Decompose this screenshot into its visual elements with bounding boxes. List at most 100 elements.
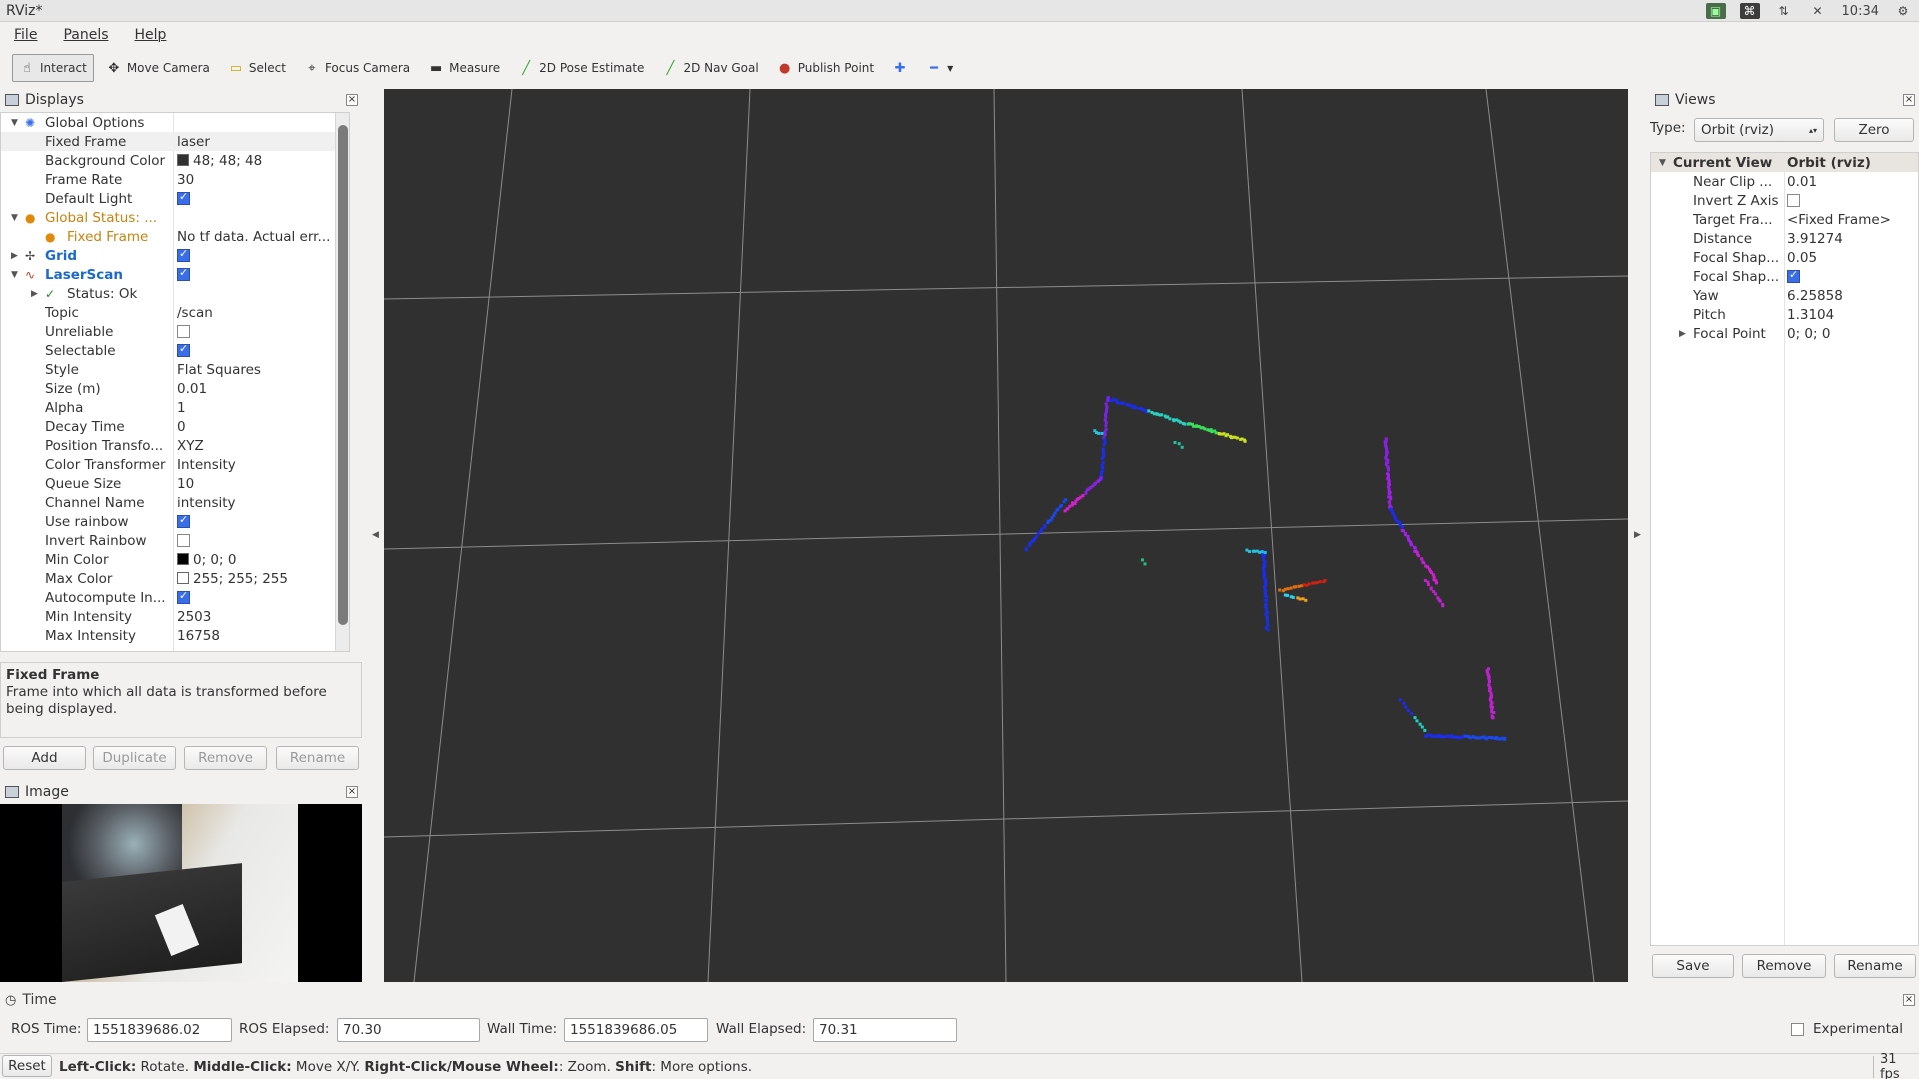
collapse-left-icon[interactable]: ◀ bbox=[372, 530, 379, 540]
tree-row[interactable]: ▼ ✺ Global Options bbox=[1, 113, 349, 132]
tree-row[interactable]: ● Fixed Frame No tf data. Actual err... bbox=[1, 227, 349, 246]
tree-row[interactable]: Size (m) 0.01 bbox=[1, 379, 349, 398]
tree-row[interactable]: Yaw 6.25858 bbox=[1651, 286, 1918, 305]
tree-row[interactable]: Max Intensity 16758 bbox=[1, 626, 349, 645]
ros-elapsed-field[interactable]: 70.30 bbox=[337, 1018, 480, 1042]
menu-file[interactable]: File bbox=[12, 27, 39, 43]
remove-tool-button[interactable]: ━ ▼ bbox=[920, 54, 959, 82]
scan-point bbox=[1491, 736, 1494, 739]
scrollbar[interactable] bbox=[335, 113, 349, 651]
wall-time-field[interactable]: 1551839686.05 bbox=[564, 1018, 708, 1042]
zero-button[interactable]: Zero bbox=[1834, 118, 1914, 142]
views-tree[interactable]: ▼ Current View Orbit (rviz) Near Clip ... 0… bbox=[1650, 152, 1919, 946]
tree-row[interactable]: Queue Size 10 bbox=[1, 474, 349, 493]
close-icon[interactable]: × bbox=[1903, 994, 1915, 1006]
network-icon[interactable]: ⇅ bbox=[1774, 3, 1794, 19]
publish-point-tool-button[interactable]: ● Publish Point bbox=[771, 54, 880, 82]
add-display-button[interactable]: Add bbox=[3, 746, 86, 770]
remove-view-button[interactable]: Remove bbox=[1742, 954, 1826, 978]
tree-row[interactable]: ▼ ● Global Status: ... bbox=[1, 208, 349, 227]
move-camera-tool-button[interactable]: ✥ Move Camera bbox=[100, 54, 216, 82]
ros-time-field[interactable]: 1551839686.02 bbox=[87, 1018, 232, 1042]
tree-row[interactable]: Unreliable bbox=[1, 322, 349, 341]
command-key-icon[interactable]: ⌘ bbox=[1740, 3, 1760, 19]
tree-row[interactable]: Invert Rainbow bbox=[1, 531, 349, 550]
tree-row[interactable]: ▼ Current View Orbit (rviz) bbox=[1651, 153, 1918, 172]
tree-row[interactable]: Color Transformer Intensity bbox=[1, 455, 349, 474]
interact-tool-button[interactable]: ☝ Interact bbox=[12, 54, 94, 82]
close-icon[interactable]: × bbox=[1903, 94, 1915, 106]
collapse-right-icon[interactable]: ▶ bbox=[1634, 530, 1641, 540]
tree-row[interactable]: Autocompute In... bbox=[1, 588, 349, 607]
property-description: Fixed Frame Frame into which all data is… bbox=[0, 662, 362, 738]
tree-row[interactable]: Target Fra... <Fixed Frame> bbox=[1651, 210, 1918, 229]
nav-goal-tool-button[interactable]: ╱ 2D Nav Goal bbox=[656, 54, 764, 82]
checkbox[interactable] bbox=[177, 591, 190, 604]
scrollbar-thumb[interactable] bbox=[338, 125, 348, 625]
tree-row[interactable]: Channel Name intensity bbox=[1, 493, 349, 512]
tree-row[interactable]: Use rainbow bbox=[1, 512, 349, 531]
tree-row[interactable]: Decay Time 0 bbox=[1, 417, 349, 436]
checkbox[interactable] bbox=[177, 534, 190, 547]
checkbox[interactable] bbox=[177, 515, 190, 528]
tree-row[interactable]: Distance 3.91274 bbox=[1651, 229, 1918, 248]
rename-view-button[interactable]: Rename bbox=[1834, 954, 1916, 978]
save-view-button[interactable]: Save bbox=[1652, 954, 1734, 978]
checkbox[interactable] bbox=[1787, 270, 1800, 283]
checkbox[interactable] bbox=[177, 192, 190, 205]
rename-display-button[interactable]: Rename bbox=[276, 746, 359, 770]
clock[interactable]: 10:34 bbox=[1842, 4, 1879, 19]
add-tool-button[interactable]: ✚ bbox=[886, 54, 914, 82]
checkbox[interactable] bbox=[177, 249, 190, 262]
tree-row[interactable]: Default Light bbox=[1, 189, 349, 208]
tree-row[interactable]: Position Transfo... XYZ bbox=[1, 436, 349, 455]
tree-row[interactable]: Min Color 0; 0; 0 bbox=[1, 550, 349, 569]
menu-help[interactable]: Help bbox=[133, 27, 169, 43]
tree-row[interactable]: Pitch 1.3104 bbox=[1651, 305, 1918, 324]
tree-row[interactable]: Topic/scan bbox=[1, 303, 349, 322]
view-type-select[interactable]: Orbit (rviz) ▴▾ bbox=[1694, 118, 1824, 142]
checkbox[interactable] bbox=[177, 344, 190, 357]
close-icon[interactable]: × bbox=[346, 786, 358, 798]
measure-tool-button[interactable]: ▬ Measure bbox=[422, 54, 506, 82]
image-panel-header: Image bbox=[0, 782, 362, 802]
tree-row[interactable]: Invert Z Axis bbox=[1651, 191, 1918, 210]
tree-row[interactable]: Background Color 48; 48; 48 bbox=[1, 151, 349, 170]
tree-row[interactable]: Max Color 255; 255; 255 bbox=[1, 569, 349, 588]
displays-tree[interactable]: ▼ ✺ Global Options Fixed Frame laser Backgr… bbox=[0, 112, 350, 652]
tree-row[interactable]: Fixed Frame laser bbox=[1, 132, 349, 151]
remove-display-button[interactable]: Remove bbox=[184, 746, 267, 770]
tree-row[interactable]: Style Flat Squares bbox=[1, 360, 349, 379]
volume-muted-icon[interactable]: ✕ bbox=[1808, 3, 1828, 19]
tree-row[interactable]: ▼ ∿ LaserScan bbox=[1, 265, 349, 284]
color-swatch[interactable] bbox=[177, 553, 189, 565]
checkbox[interactable] bbox=[177, 268, 190, 281]
tree-row[interactable]: Focal Shap... 0.05 bbox=[1651, 248, 1918, 267]
menu-panels[interactable]: Panels bbox=[61, 27, 110, 43]
checkbox[interactable] bbox=[1787, 194, 1800, 207]
wall-elapsed-field[interactable]: 70.31 bbox=[813, 1018, 957, 1042]
tree-row[interactable]: Focal Shap... bbox=[1651, 267, 1918, 286]
3d-render-view[interactable] bbox=[384, 89, 1628, 982]
color-swatch[interactable] bbox=[177, 572, 189, 584]
scan-point bbox=[1262, 555, 1265, 558]
focus-camera-tool-button[interactable]: ⌖ Focus Camera bbox=[298, 54, 416, 82]
reset-button[interactable]: Reset bbox=[2, 1055, 52, 1077]
tree-row[interactable]: Frame Rate 30 bbox=[1, 170, 349, 189]
close-icon[interactable]: × bbox=[346, 94, 358, 106]
select-tool-button[interactable]: ▭ Select bbox=[222, 54, 292, 82]
checkbox[interactable] bbox=[177, 325, 190, 338]
color-swatch[interactable] bbox=[177, 154, 189, 166]
tree-row[interactable]: Alpha 1 bbox=[1, 398, 349, 417]
duplicate-display-button[interactable]: Duplicate bbox=[93, 746, 176, 770]
tree-row[interactable]: ▶ ✢ Grid bbox=[1, 246, 349, 265]
tree-row[interactable]: ▶ Focal Point 0; 0; 0 bbox=[1651, 324, 1918, 343]
power-icon[interactable]: ⚙ bbox=[1893, 3, 1913, 19]
monitor-icon[interactable]: ▣ bbox=[1706, 3, 1726, 19]
tree-row[interactable]: Near Clip ... 0.01 bbox=[1651, 172, 1918, 191]
tree-row[interactable]: Selectable bbox=[1, 341, 349, 360]
experimental-checkbox[interactable] bbox=[1791, 1023, 1804, 1036]
tree-row[interactable]: Min Intensity 2503 bbox=[1, 607, 349, 626]
tree-row[interactable]: ▶ ✓ Status: Ok bbox=[1, 284, 349, 303]
pose-estimate-tool-button[interactable]: ╱ 2D Pose Estimate bbox=[512, 54, 650, 82]
